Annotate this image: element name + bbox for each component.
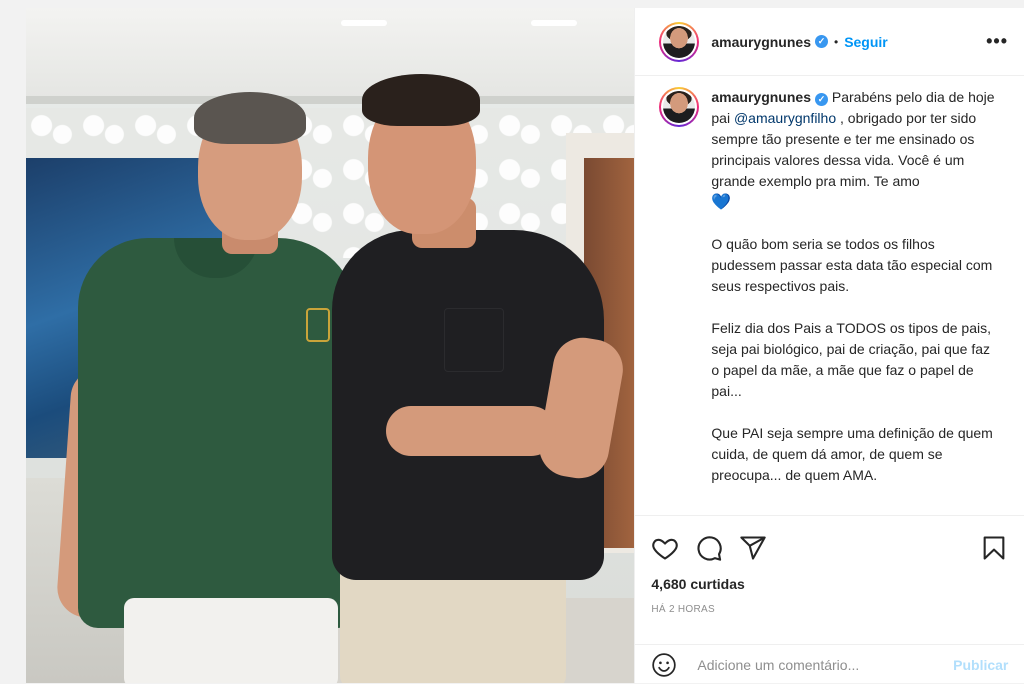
caption-mention-link[interactable]: @amaurygnfilho bbox=[734, 110, 836, 126]
shirt-crest bbox=[306, 308, 330, 342]
avatar-ring-inner bbox=[661, 89, 698, 125]
avatar-image bbox=[663, 91, 696, 123]
photo-ceiling bbox=[26, 8, 635, 103]
header-separator: • bbox=[833, 34, 839, 49]
follow-button[interactable]: Seguir bbox=[844, 34, 888, 50]
right-person-pants bbox=[340, 563, 566, 683]
pointing-hand bbox=[386, 406, 556, 456]
action-icons bbox=[635, 516, 1024, 562]
left-person-pants bbox=[124, 598, 338, 683]
verified-badge-icon: ✓ bbox=[814, 93, 828, 106]
caption-area[interactable]: amaurygnunes ✓ Parabéns pelo dia de hoje … bbox=[635, 77, 1024, 515]
instagram-post: amaurygnunes ✓ • Seguir ••• amaurygnunes… bbox=[26, 8, 1024, 683]
more-options-icon[interactable]: ••• bbox=[986, 31, 1008, 52]
green-polo-shirt bbox=[78, 238, 358, 628]
caption-paragraph: O quão bom seria se todos os filhos pude… bbox=[711, 236, 993, 294]
post-photo[interactable] bbox=[26, 8, 635, 683]
caption-avatar[interactable] bbox=[659, 87, 700, 127]
likes-count[interactable]: 4,680 curtidas bbox=[635, 562, 1024, 592]
avatar[interactable] bbox=[659, 21, 700, 62]
verified-badge-icon: ✓ bbox=[814, 35, 828, 48]
avatar-image bbox=[663, 25, 696, 58]
caption-paragraph: Feliz dia dos Pais a TODOS os tipos de p… bbox=[711, 320, 992, 399]
post-sidebar: amaurygnunes ✓ • Seguir ••• amaurygnunes… bbox=[634, 8, 1024, 683]
ceiling-light bbox=[341, 20, 387, 26]
comment-icon[interactable] bbox=[695, 534, 723, 562]
comment-input[interactable] bbox=[695, 655, 954, 674]
comment-box: Publicar bbox=[635, 644, 1024, 684]
caption-username[interactable]: amaurygnunes bbox=[711, 89, 811, 105]
heart-icon[interactable] bbox=[651, 534, 679, 562]
post-timestamp[interactable]: HÁ 2 HORAS bbox=[635, 592, 1024, 615]
avatar-ring-inner bbox=[661, 23, 698, 60]
photo-ceiling-cove bbox=[26, 96, 635, 104]
caption-paragraph: Que PAI seja sempre uma definição de que… bbox=[711, 425, 993, 483]
caption-text: amaurygnunes ✓ Parabéns pelo dia de hoje … bbox=[711, 87, 1001, 507]
ceiling-light bbox=[531, 20, 577, 26]
left-person-hair bbox=[194, 92, 306, 144]
right-person-hair bbox=[362, 74, 480, 126]
caption-paragraph-main: amaurygnunes ✓ Parabéns pelo dia de hoje … bbox=[711, 87, 1001, 213]
publish-button[interactable]: Publicar bbox=[953, 657, 1008, 673]
header-username[interactable]: amaurygnunes bbox=[711, 34, 811, 50]
bookmark-icon[interactable] bbox=[980, 534, 1008, 562]
actions-area: 4,680 curtidas HÁ 2 HORAS Publicar bbox=[635, 515, 1024, 684]
blue-heart-emoji: 💙 bbox=[711, 194, 732, 211]
share-icon[interactable] bbox=[739, 534, 767, 562]
emoji-icon[interactable] bbox=[651, 652, 677, 678]
caption-row: amaurygnunes ✓ Parabéns pelo dia de hoje … bbox=[659, 87, 1008, 507]
tshirt-pocket bbox=[444, 308, 504, 372]
post-header: amaurygnunes ✓ • Seguir ••• bbox=[635, 8, 1024, 76]
